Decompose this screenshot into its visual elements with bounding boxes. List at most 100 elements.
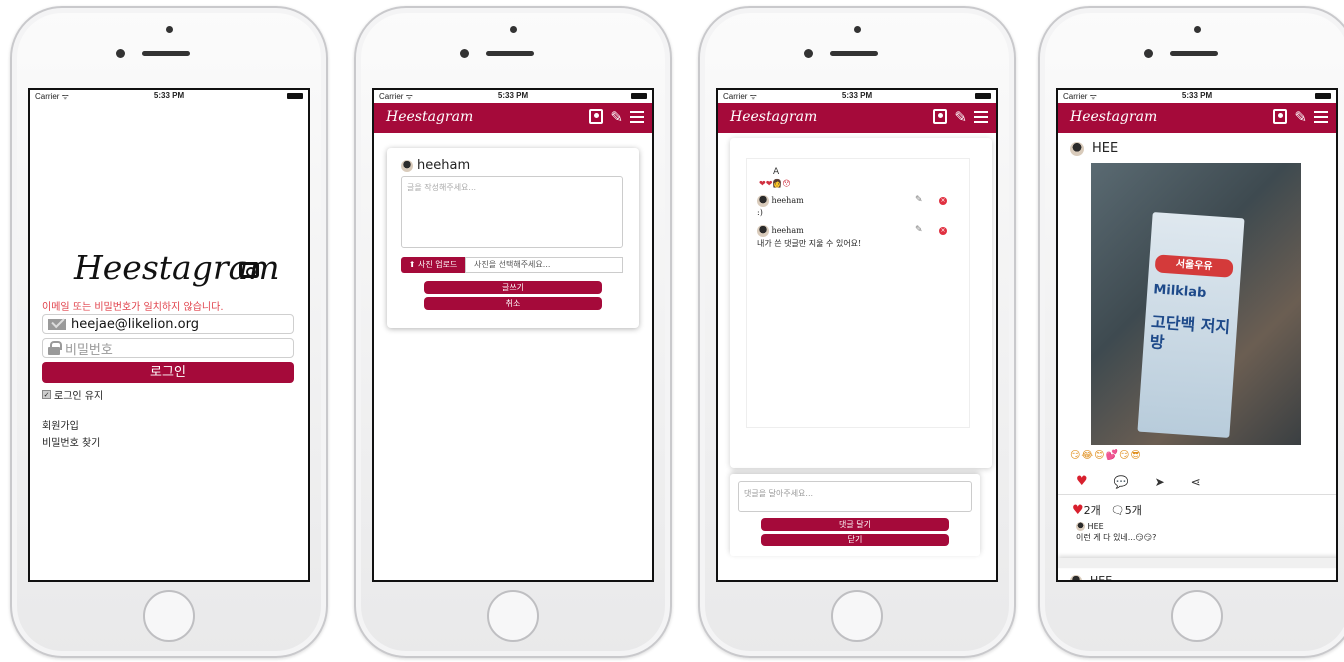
status-bar: Carrier ᯤ 5:33 PM (30, 90, 308, 103)
post-title: A (773, 167, 780, 177)
pencil-icon[interactable]: ✎ (954, 109, 967, 125)
home-button (487, 590, 539, 642)
earpiece (1170, 51, 1218, 56)
menu-icon[interactable] (630, 111, 644, 123)
battery-icon (631, 93, 647, 99)
front-camera (116, 49, 125, 58)
send-icon[interactable]: ➤ (1155, 475, 1165, 489)
top-navbar: Heestagram ✎ (1058, 103, 1336, 133)
post-counts: ♥2개 🗨5개 (1072, 502, 1142, 518)
status-time: 5:33 PM (1181, 91, 1213, 100)
post-photo[interactable]: 서울우유 Milklab 고단백 저지방 (1091, 163, 1301, 445)
battery-icon (1315, 93, 1331, 99)
home-button (831, 590, 883, 642)
pencil-icon[interactable]: ✎ (1294, 109, 1307, 125)
carton-label: Milklab (1152, 282, 1207, 301)
file-name-field[interactable]: 사진을 선택해주세요... (465, 257, 623, 273)
comment-text: 내가 쓴 댓글만 지울 수 있어요! (757, 239, 862, 248)
avatar (757, 195, 769, 207)
post-emoji: ❤❤👩😯 (759, 179, 791, 188)
post-author[interactable]: HEE (1070, 141, 1118, 156)
envelope-icon (48, 318, 66, 330)
front-sensor (166, 26, 173, 33)
status-time: 5:33 PM (497, 91, 529, 100)
post-button[interactable]: 글쓰기 (424, 281, 602, 294)
comment-icon[interactable]: 💬 (1114, 475, 1129, 489)
battery-icon (975, 93, 991, 99)
comment-user: heeham (757, 225, 804, 237)
signup-link[interactable]: 회원가입 (42, 417, 79, 432)
compose-screen: Carrier ᯤ 5:33 PM Heestagram ✎ heeham 글을… (372, 88, 654, 582)
front-camera (804, 49, 813, 58)
brand-logo[interactable]: Heestagram (386, 109, 473, 125)
post-textarea[interactable]: 글을 작성해주세요... (401, 176, 623, 248)
earpiece (142, 51, 190, 56)
delete-icon[interactable]: × (939, 197, 947, 205)
photo-upload-button[interactable]: ⬆ 사진 업로드 (401, 257, 465, 273)
menu-icon[interactable] (974, 111, 988, 123)
profile-icon[interactable] (933, 109, 948, 124)
phone-login: Carrier ᯤ 5:33 PM Heestagram 이메일 또는 비밀번호… (10, 6, 328, 658)
pencil-icon[interactable]: ✎ (610, 109, 623, 125)
delete-icon[interactable]: × (939, 227, 947, 235)
comments-count[interactable]: 🗨5개 (1111, 502, 1142, 518)
nav-icons: ✎ (589, 109, 644, 125)
password-field[interactable]: 비밀번호 (42, 338, 294, 358)
login-error-message: 이메일 또는 비밀번호가 일치하지 않습니다. (42, 302, 224, 313)
edit-icon[interactable]: ✎ (915, 225, 923, 235)
home-button (1171, 590, 1223, 642)
avatar (401, 159, 413, 172)
likes-value: 2개 (1083, 504, 1101, 517)
share-icon[interactable]: ⋖ (1191, 475, 1201, 489)
status-bar: Carrier ᯤ 5:33 PM (718, 90, 996, 103)
find-password-link[interactable]: 비밀번호 찾기 (42, 434, 100, 449)
cancel-button[interactable]: 취소 (424, 297, 602, 310)
feed-screen: Carrier ᯤ 5:33 PM Heestagram ✎ HEE 서울우유 … (1056, 88, 1338, 582)
front-sensor (510, 26, 517, 33)
nav-icons: ✎ (1273, 109, 1328, 125)
carton-big-label: 고단백 저지방 (1149, 312, 1231, 353)
post-caption-emoji: 😏😂😊💕😏😎 (1070, 450, 1142, 461)
post-username: HEE (1092, 141, 1119, 156)
comments-screen: Carrier ᯤ 5:33 PM Heestagram ✎ A ❤❤👩😯 he… (716, 88, 998, 582)
comment-text: 이런 게 다 있네...😏😏? (1076, 533, 1157, 542)
comment-username: heeham (771, 226, 804, 235)
comment-icon: 🗨 (1110, 504, 1125, 517)
status-time: 5:33 PM (153, 91, 185, 100)
checkbox-icon: ✓ (42, 390, 51, 399)
next-post-author[interactable]: HEE (1070, 574, 1112, 580)
status-bar: Carrier ᯤ 5:33 PM (1058, 90, 1336, 103)
username: heeham (417, 158, 471, 173)
brand-logo[interactable]: Heestagram (1070, 109, 1157, 125)
avatar (1070, 574, 1082, 580)
lock-icon (48, 341, 62, 355)
add-comment-button[interactable]: 댓글 달기 (761, 518, 949, 531)
email-value: heejae@likelion.org (71, 316, 199, 332)
comment-user: heeham (757, 195, 804, 207)
comment-list: A ❤❤👩😯 heeham ✎ × :) heeham ✎ × 내가 쓴 댓글만… (746, 158, 970, 428)
login-button[interactable]: 로그인 (42, 362, 294, 383)
likes-count[interactable]: ♥2개 (1072, 502, 1101, 518)
password-placeholder: 비밀번호 (65, 342, 113, 358)
compose-card: heeham 글을 작성해주세요... ⬆ 사진 업로드 사진을 선택해주세요.… (387, 148, 639, 328)
avatar (1070, 141, 1084, 156)
earpiece (830, 51, 878, 56)
front-camera (1144, 49, 1153, 58)
upload-icon: ⬆ (408, 260, 416, 269)
front-sensor (1194, 26, 1201, 33)
menu-icon[interactable] (1314, 111, 1328, 123)
profile-icon[interactable] (1273, 109, 1288, 124)
close-button[interactable]: 닫기 (761, 534, 949, 546)
keep-login-checkbox[interactable]: ✓ 로그인 유지 (42, 387, 103, 402)
comment-form: 댓글을 달아주세요... 댓글 달기 닫기 (730, 474, 980, 556)
front-sensor (854, 26, 861, 33)
edit-icon[interactable]: ✎ (915, 195, 923, 205)
brand-logo[interactable]: Heestagram (730, 109, 817, 125)
comment-input[interactable]: 댓글을 달아주세요... (738, 481, 972, 512)
nav-icons: ✎ (933, 109, 988, 125)
battery-icon (287, 93, 303, 99)
heart-icon[interactable]: ♥ (1076, 474, 1088, 489)
divider (1058, 494, 1336, 495)
profile-icon[interactable] (589, 109, 604, 124)
email-field[interactable]: heejae@likelion.org (42, 314, 294, 334)
